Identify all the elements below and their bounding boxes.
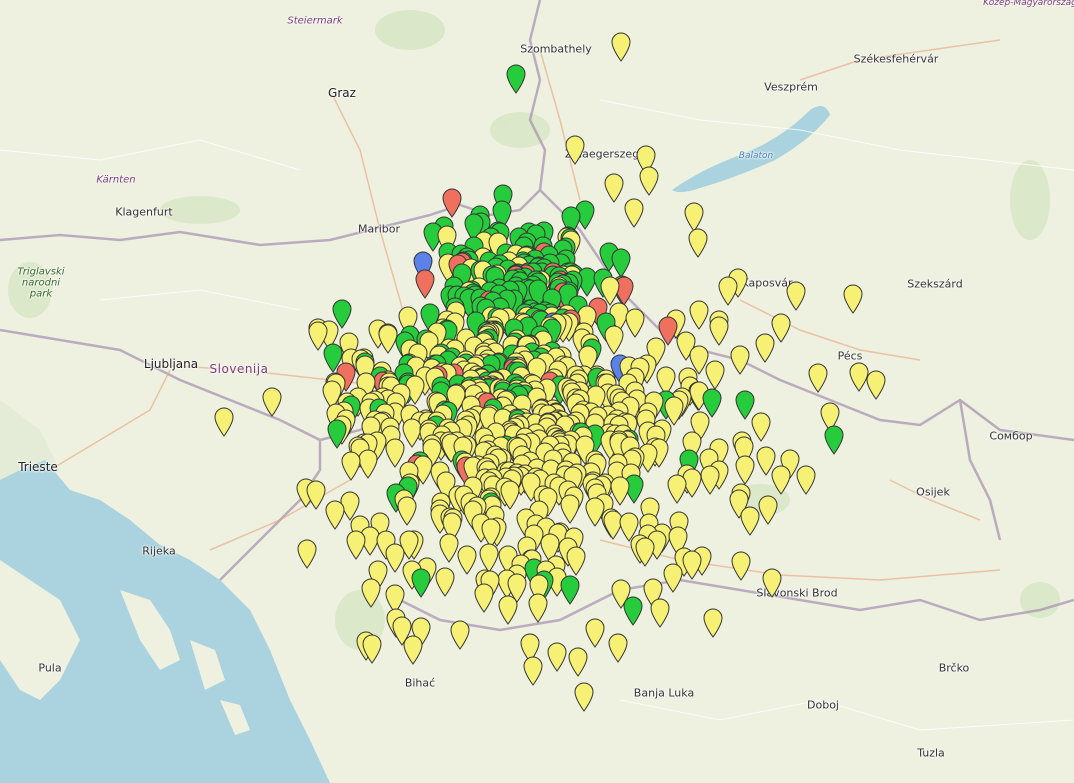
map-pin-icon[interactable] [689,300,709,330]
map-pin-icon[interactable] [262,387,282,417]
map-pin-icon[interactable] [411,568,431,598]
map-pin-icon[interactable] [327,419,347,449]
map-pin-icon[interactable] [755,333,775,363]
map-pin-icon[interactable] [297,539,317,569]
map-pin-icon[interactable] [635,537,655,567]
map-pin-icon[interactable] [709,316,729,346]
map-pin-icon[interactable] [498,595,518,625]
map-pin-icon[interactable] [604,325,624,356]
map-pin-icon[interactable] [611,248,631,278]
map-pin-icon[interactable] [730,345,750,375]
map-pin-icon[interactable] [703,608,723,638]
map-pin-icon[interactable] [758,495,778,525]
map-pin-icon[interactable] [566,546,586,576]
map-pin-icon[interactable] [843,284,863,314]
map-pin-icon[interactable] [442,188,462,218]
map-pin-icon[interactable] [560,575,580,605]
map-viewport[interactable]: Steiermark Szombathely Székesfehérvár Gr… [0,0,1074,783]
map-pin-icon[interactable] [866,370,886,400]
map-pin-icon[interactable] [361,578,381,608]
map-pin-icon[interactable] [585,618,605,648]
map-pin-icon[interactable] [650,598,670,628]
map-pin-icon[interactable] [688,228,708,258]
map-pin-icon[interactable] [527,593,548,623]
map-pin-icon[interactable] [306,480,326,510]
map-pin-icon[interactable] [639,166,659,196]
map-pin-icon[interactable] [214,407,234,437]
map-pin-icon[interactable] [824,425,844,455]
map-pin-icon[interactable] [397,496,417,527]
map-pin-icon[interactable] [506,64,526,94]
map-pin-icon[interactable] [730,551,751,581]
map-pin-icon[interactable] [604,173,624,203]
map-pin-icon[interactable] [699,465,720,495]
map-pin-icon[interactable] [523,656,543,686]
map-pin-icon[interactable] [325,500,345,530]
map-pin-icon[interactable] [358,449,378,479]
map-pin-icon[interactable] [624,308,645,338]
map-pin-icon[interactable] [762,568,782,599]
map-pin-icon[interactable] [474,583,494,613]
map-pin-icon[interactable] [718,276,738,306]
marker-layer [0,0,1074,783]
map-pin-icon[interactable] [624,198,644,228]
map-pin-icon[interactable] [667,474,687,504]
map-pin-icon[interactable] [341,451,361,481]
map-pin-icon[interactable] [450,620,470,650]
map-pin-icon[interactable] [435,567,455,597]
map-pin-icon[interactable] [771,465,791,495]
map-pin-icon[interactable] [547,642,567,672]
map-pin-icon[interactable] [739,506,760,536]
map-pin-icon[interactable] [568,647,588,677]
map-pin-icon[interactable] [415,269,435,300]
map-pin-icon[interactable] [623,596,643,626]
map-pin-icon[interactable] [735,455,755,485]
map-pin-icon[interactable] [439,533,459,563]
map-pin-icon[interactable] [611,32,631,62]
map-pin-icon[interactable] [786,281,806,311]
map-pin-icon[interactable] [808,363,828,393]
map-pin-icon[interactable] [403,635,423,665]
map-pin-icon[interactable] [608,633,628,664]
map-pin-icon[interactable] [574,682,594,712]
map-pin-icon[interactable] [565,135,585,165]
map-pin-icon[interactable] [361,634,382,665]
map-pin-icon[interactable] [796,465,816,495]
map-pin-icon[interactable] [346,530,366,560]
map-pin-icon[interactable] [663,563,683,594]
map-pin-icon[interactable] [682,550,702,580]
map-pin-icon[interactable] [559,494,580,524]
